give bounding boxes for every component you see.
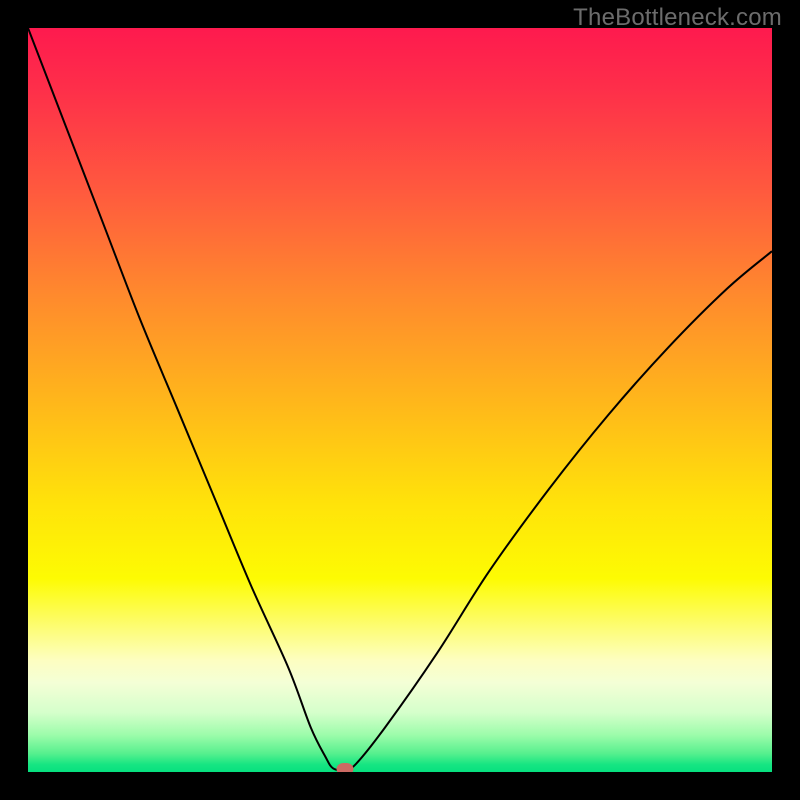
optimal-point-marker	[336, 763, 353, 772]
plot-area	[28, 28, 772, 772]
chart-frame: TheBottleneck.com	[0, 0, 800, 800]
watermark-text: TheBottleneck.com	[573, 4, 782, 32]
bottleneck-curve-path	[28, 28, 772, 770]
bottleneck-curve	[28, 28, 772, 772]
